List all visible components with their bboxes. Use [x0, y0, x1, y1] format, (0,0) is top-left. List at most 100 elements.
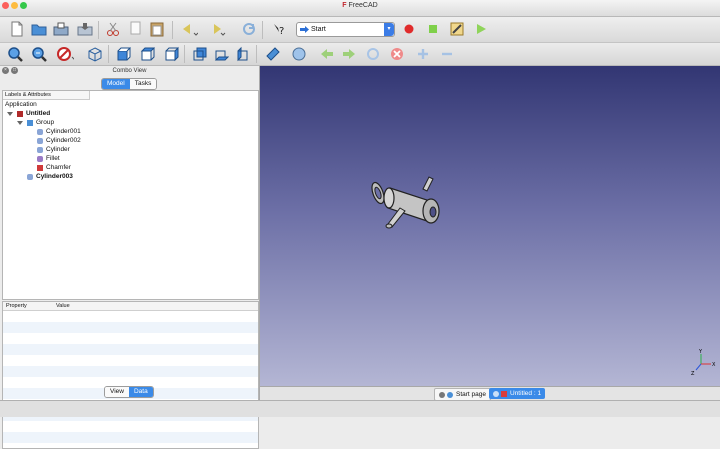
svg-text:X: X	[712, 362, 716, 368]
paste-icon[interactable]	[148, 20, 166, 38]
freecad-logo-icon: F	[342, 2, 347, 9]
view-front-icon[interactable]	[114, 45, 132, 63]
window-title: F FreeCAD	[342, 2, 378, 9]
property-table-header: Property Value	[3, 302, 258, 311]
value-column-header[interactable]: Value	[56, 302, 70, 310]
application-label: Application	[5, 101, 37, 108]
tree-item-label: Cylinder002	[46, 137, 81, 144]
web-stop-icon[interactable]	[388, 45, 406, 63]
save-icon[interactable]	[52, 20, 70, 38]
cut-icon[interactable]	[104, 20, 122, 38]
chevron-down-icon: ▾	[384, 23, 394, 36]
web-forward-icon[interactable]	[340, 45, 358, 63]
model-tree: Labels & Attributes Application Untitled…	[2, 90, 259, 300]
web-home-icon[interactable]	[290, 45, 308, 63]
undo-icon[interactable]	[180, 20, 198, 38]
combo-view-title: Combo View	[112, 68, 147, 74]
float-panel-icon[interactable]: □	[11, 67, 18, 74]
view-bottom-icon[interactable]	[212, 45, 230, 63]
tree-item[interactable]: Fillet	[27, 154, 60, 163]
tree-item-label: Cylinder	[46, 146, 70, 153]
copy-icon[interactable]	[126, 20, 144, 38]
draw-style-icon[interactable]	[56, 45, 74, 63]
cylinder-icon	[27, 173, 33, 180]
tree-item[interactable]: Cylinder001	[27, 127, 81, 136]
fit-selection-icon[interactable]	[30, 45, 48, 63]
tree-item-label: Group	[36, 119, 55, 126]
tab-untitled-1[interactable]: Untitled : 1	[489, 388, 546, 399]
view-right-icon[interactable]	[162, 45, 180, 63]
tab-tasks[interactable]: Tasks	[129, 79, 157, 89]
property-row	[3, 344, 258, 355]
view-left-icon[interactable]	[234, 45, 252, 63]
expand-arrow-icon[interactable]	[17, 120, 23, 125]
3d-model[interactable]	[370, 176, 440, 229]
close-tab-icon[interactable]	[493, 390, 499, 397]
property-column-header[interactable]: Property	[6, 302, 27, 310]
axis-cross-icon: Y X Z	[691, 349, 716, 377]
svg-text:?: ?	[279, 26, 284, 37]
save-as-icon[interactable]	[76, 20, 94, 38]
macro-run-icon[interactable]	[472, 20, 490, 38]
tab-view[interactable]: View	[105, 387, 129, 397]
status-bar	[0, 400, 720, 417]
folder-icon	[27, 119, 33, 126]
workbench-selector-label: Start	[311, 26, 326, 33]
tree-item[interactable]: Cylinder003	[17, 172, 73, 181]
svg-text:Y: Y	[698, 349, 703, 355]
property-view: Property Value	[2, 301, 259, 449]
tab-model[interactable]: Model	[102, 79, 130, 89]
macro-record-icon[interactable]	[400, 20, 418, 38]
combo-view-header: × □ Combo View	[0, 66, 259, 76]
cylinder-icon	[37, 137, 43, 144]
document-icon	[501, 390, 507, 397]
tree-item[interactable]: Chamfer	[27, 163, 71, 172]
macro-stop-icon[interactable]	[424, 20, 442, 38]
property-row	[3, 322, 258, 333]
refresh-icon[interactable]	[240, 20, 258, 38]
cylinder-icon	[37, 128, 43, 135]
close-tab-icon[interactable]	[439, 391, 445, 398]
property-row	[3, 432, 258, 443]
labels-attributes-header: Labels & Attributes	[3, 91, 90, 100]
redo-icon[interactable]	[208, 20, 226, 38]
3d-view[interactable]: Y X Z	[260, 66, 720, 386]
view-isometric-icon[interactable]	[86, 45, 104, 63]
document-icon	[17, 110, 23, 117]
svg-text:Z: Z	[691, 371, 695, 377]
tree-item-label: Fillet	[46, 155, 60, 162]
tree-item[interactable]: Untitled	[7, 109, 50, 118]
web-refresh-icon[interactable]	[364, 45, 382, 63]
workbench-selector[interactable]: Start ▾	[296, 22, 395, 37]
measure-icon[interactable]	[264, 45, 282, 63]
property-row	[3, 366, 258, 377]
expand-arrow-icon[interactable]	[7, 111, 13, 116]
view-top-icon[interactable]	[138, 45, 156, 63]
tree-item[interactable]: Cylinder002	[27, 136, 81, 145]
fit-all-icon[interactable]	[6, 45, 24, 63]
property-view-tabs: View Data	[104, 386, 154, 398]
open-folder-icon[interactable]	[30, 20, 48, 38]
close-panel-icon[interactable]: ×	[2, 67, 9, 74]
property-row	[3, 443, 258, 448]
view-toolbar	[0, 43, 720, 66]
view-rear-icon[interactable]	[190, 45, 208, 63]
macro-edit-icon[interactable]	[448, 20, 466, 38]
property-row	[3, 333, 258, 344]
combo-view-tabs: Model Tasks	[101, 78, 158, 90]
web-page-icon	[447, 391, 453, 398]
tree-item-label: Untitled	[26, 110, 51, 117]
view-tab-bar: Start page Untitled : 1	[260, 386, 720, 401]
web-zoom-in-icon[interactable]	[414, 45, 432, 63]
property-row	[3, 355, 258, 366]
combo-view-panel: × □ Combo View Model Tasks Labels & Attr…	[0, 66, 260, 449]
tree-item-label: Cylinder003	[36, 173, 73, 180]
main-toolbar: ? Start ▾	[0, 17, 720, 43]
web-back-icon[interactable]	[318, 45, 336, 63]
new-file-icon[interactable]	[8, 20, 26, 38]
whats-this-icon[interactable]: ?	[270, 20, 288, 38]
tree-item[interactable]: Cylinder	[27, 145, 70, 154]
tree-item[interactable]: Group	[17, 118, 54, 127]
web-zoom-out-icon[interactable]	[438, 45, 456, 63]
tab-data[interactable]: Data	[128, 387, 153, 397]
